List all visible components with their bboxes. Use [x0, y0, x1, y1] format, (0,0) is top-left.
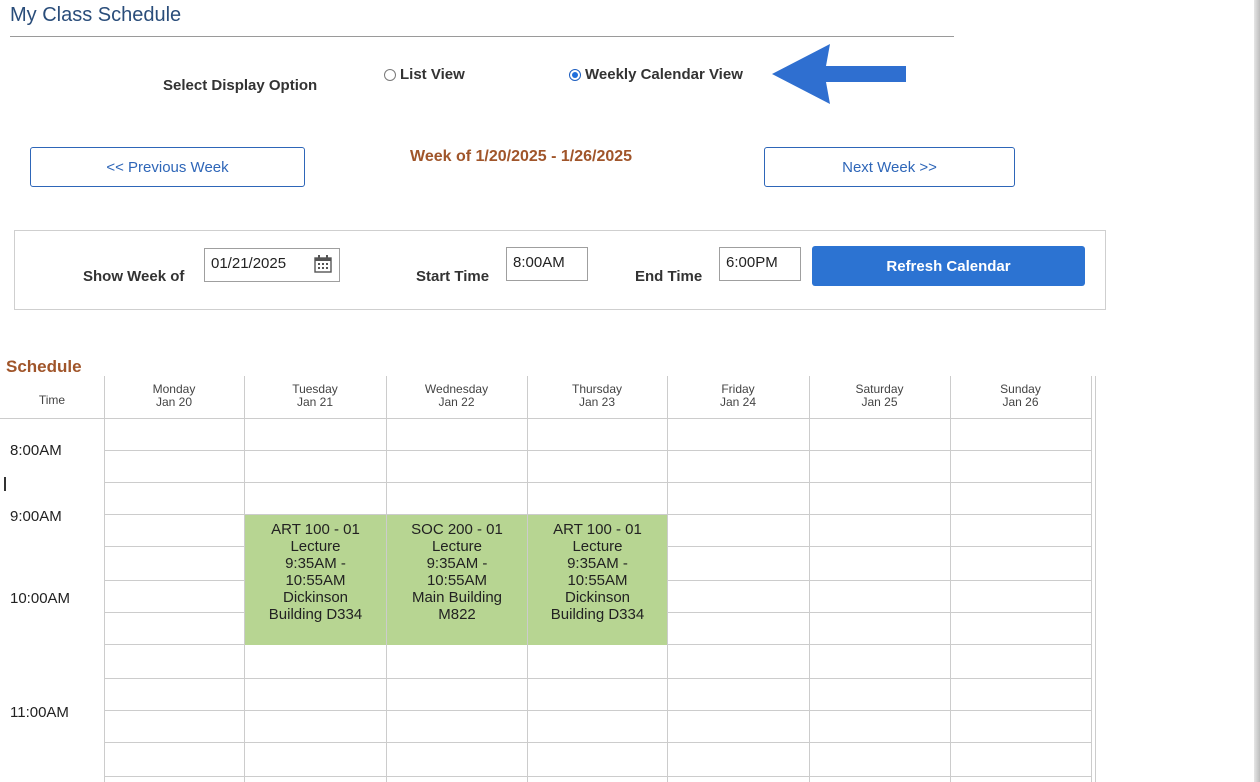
row-divider	[104, 450, 1091, 451]
week-title: Week of 1/20/2025 - 1/26/2025	[410, 148, 633, 165]
time-label-8am: 8:00AM	[10, 442, 62, 459]
row-divider	[104, 482, 1091, 483]
show-week-label: Show Week of	[83, 268, 185, 285]
class-event-art100-thursday[interactable]: ART 100 - 01 Lecture 9:35AM - 10:55AM Di…	[528, 515, 667, 645]
start-time-input[interactable]: 8:00AM	[506, 247, 588, 281]
row-divider	[104, 776, 1091, 777]
list-view-radio[interactable]: List View	[384, 66, 465, 83]
event-course: SOC 200 - 01	[411, 521, 503, 538]
grid-right-border	[1091, 376, 1092, 782]
next-week-button[interactable]: Next Week >>	[764, 147, 1015, 187]
event-type: Lecture	[431, 538, 483, 555]
column-divider	[667, 376, 668, 782]
event-time-start: 9:35AM -	[426, 555, 488, 572]
column-divider	[950, 376, 951, 782]
class-event-soc200-wednesday[interactable]: SOC 200 - 01 Lecture 9:35AM - 10:55AM Ma…	[387, 515, 527, 645]
column-divider	[104, 376, 105, 782]
calendar-icon[interactable]	[313, 254, 333, 274]
day-header-monday: Monday Jan 20	[104, 383, 244, 409]
event-location: Dickinson	[564, 589, 631, 606]
event-course: ART 100 - 01	[553, 521, 642, 538]
event-time-start: 9:35AM -	[285, 555, 346, 572]
window-edge	[1254, 0, 1260, 782]
row-divider	[104, 710, 1091, 711]
event-location: Main Building	[411, 589, 503, 606]
time-column-header: Time	[38, 393, 66, 407]
end-time-label: End Time	[635, 268, 703, 285]
header-divider	[0, 418, 1092, 419]
start-time-label: Start Time	[416, 268, 490, 285]
day-date: Jan 23	[578, 395, 616, 409]
time-label-9am: 9:00AM	[10, 508, 62, 525]
event-time-end: 10:55AM	[567, 572, 628, 589]
day-header-wednesday: Wednesday Jan 22	[386, 383, 527, 409]
day-header-friday: Friday Jan 24	[667, 383, 809, 409]
day-date: Jan 24	[719, 395, 757, 409]
day-date: Jan 21	[296, 395, 334, 409]
end-time-input[interactable]: 6:00PM	[719, 247, 801, 281]
day-header-saturday: Saturday Jan 25	[809, 383, 950, 409]
event-type: Lecture	[290, 538, 341, 555]
time-label-11am: 11:00AM	[10, 704, 69, 721]
day-date: Jan 22	[438, 395, 475, 409]
grid-outer-border	[1095, 376, 1096, 782]
event-location: Dickinson	[282, 589, 349, 606]
event-time-end: 10:55AM	[426, 572, 488, 589]
page-title: My Class Schedule	[10, 4, 182, 26]
weekly-calendar-view-radio[interactable]: Weekly Calendar View	[569, 66, 743, 83]
arrow-pointer-icon	[772, 44, 906, 104]
radio-checked-icon	[569, 68, 581, 81]
end-time-value: 6:00PM	[726, 254, 778, 271]
event-type: Lecture	[572, 538, 623, 555]
schedule-heading: Schedule	[6, 357, 82, 376]
day-header-thursday: Thursday Jan 23	[527, 383, 667, 409]
cursor-mark	[4, 477, 6, 491]
start-time-value: 8:00AM	[513, 254, 565, 271]
show-week-date-value: 01/21/2025	[211, 255, 287, 272]
list-view-label: List View	[400, 66, 465, 83]
event-room: M822	[438, 606, 476, 623]
title-divider	[10, 36, 954, 37]
event-room: Building D334	[268, 606, 363, 623]
event-time-start: 9:35AM -	[567, 555, 628, 572]
display-option-label: Select Display Option	[163, 77, 318, 94]
column-divider	[809, 376, 810, 782]
day-date: Jan 20	[155, 395, 193, 409]
day-header-tuesday: Tuesday Jan 21	[244, 383, 386, 409]
refresh-calendar-button[interactable]: Refresh Calendar	[812, 246, 1085, 286]
day-date: Jan 25	[861, 395, 898, 409]
weekly-calendar-view-label: Weekly Calendar View	[585, 66, 743, 83]
event-time-end: 10:55AM	[285, 572, 346, 589]
row-divider	[104, 742, 1091, 743]
radio-unchecked-icon	[384, 68, 396, 81]
weekly-calendar-grid: Time Monday Jan 20 Tuesday Jan 21 Wednes…	[0, 376, 1097, 782]
event-room: Building D334	[550, 606, 645, 623]
class-event-art100-tuesday[interactable]: ART 100 - 01 Lecture 9:35AM - 10:55AM Di…	[245, 515, 386, 645]
previous-week-button[interactable]: << Previous Week	[30, 147, 305, 187]
row-divider	[104, 678, 1091, 679]
day-date: Jan 26	[1002, 395, 1039, 409]
time-label-10am: 10:00AM	[10, 590, 71, 607]
event-course: ART 100 - 01	[271, 521, 360, 538]
day-header-sunday: Sunday Jan 26	[950, 383, 1091, 409]
